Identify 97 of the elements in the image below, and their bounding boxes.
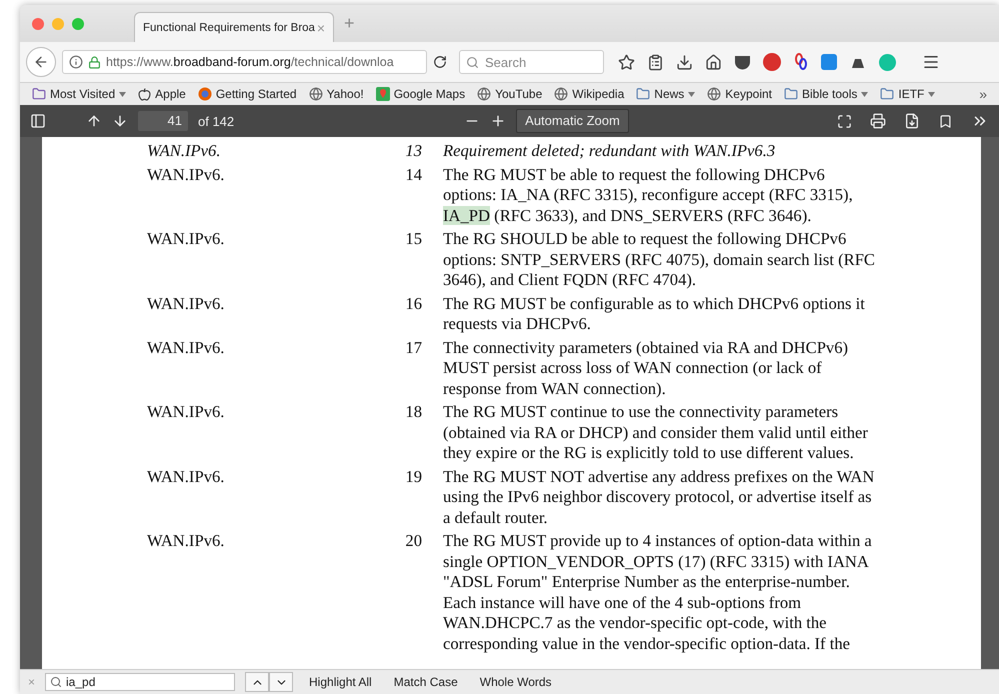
shield-icon[interactable] xyxy=(734,54,751,70)
find-option-button[interactable]: Match Case xyxy=(388,675,464,689)
star-icon[interactable] xyxy=(618,54,635,70)
requirement-text: The RG MUST continue to use the connectivity parameters xyxy=(443,402,840,422)
requirement-text: The RG MUST NOT advertise any address prefixes on the WAN xyxy=(443,466,876,487)
bookmark-item[interactable]: Yahoo! xyxy=(326,87,364,101)
requirement-text: WAN.DHCPC.7 as the vendor-specific opt-code, with the xyxy=(443,613,828,634)
requirement-number: 17 xyxy=(404,338,422,358)
requirement-text: MUST persist across loss of WAN connection (or lack of xyxy=(443,358,823,378)
bookmark-item[interactable]: Getting Started xyxy=(216,87,297,101)
requirement-text: (obtained via RA or DHCP) and consider them valid until either xyxy=(443,422,869,443)
fullscreen-icon[interactable] xyxy=(837,114,852,128)
folder-icon xyxy=(784,87,798,101)
bookmark-item[interactable]: News xyxy=(654,87,684,101)
lock-icon xyxy=(88,56,101,68)
folder-icon xyxy=(880,87,894,101)
bookmark-item[interactable]: Keypoint xyxy=(725,87,772,101)
print-icon[interactable] xyxy=(870,113,886,129)
requirement-text: options: SNTP_SERVERS (RFC 4075), domain search list (RFC xyxy=(443,250,876,270)
requirement-id: WAN.IPv6. xyxy=(147,229,226,250)
previous-page-icon[interactable] xyxy=(86,113,102,129)
bookmark-item[interactable]: Bible tools xyxy=(802,87,858,101)
app-icon[interactable] xyxy=(821,54,837,70)
reading-list-icon[interactable] xyxy=(647,54,664,70)
folder-icon xyxy=(32,87,46,101)
caret-icon[interactable] xyxy=(861,92,868,96)
browser-tab[interactable]: Functional Requirements for Broa× xyxy=(134,12,334,42)
folder-icon xyxy=(636,87,650,101)
requirement-text: The RG MUST be able to request the following DHCPv6 xyxy=(443,164,826,185)
requirement-id: WAN.IPv6. xyxy=(147,338,226,358)
home-icon[interactable] xyxy=(705,54,722,70)
search-field[interactable]: Search xyxy=(459,50,604,74)
requirement-number: 18 xyxy=(404,402,422,423)
caret-icon[interactable] xyxy=(688,92,696,96)
requirement-text: options: IA_NA (RFC 3315), reconfigure accept (RFC 3315), xyxy=(443,185,854,206)
requirement-text: using the IPv6 neighbor discovery protocol, or advertise itself as xyxy=(443,487,873,508)
find-next-button[interactable] xyxy=(269,672,294,692)
search-icon xyxy=(466,56,479,68)
find-option-button[interactable]: Whole Words xyxy=(474,675,558,689)
requirement-number: 16 xyxy=(404,294,422,314)
search-match-highlight: IA_PD xyxy=(443,206,490,224)
bookmark-item[interactable]: Google Maps xyxy=(394,87,466,101)
find-option-button[interactable]: Highlight All xyxy=(303,675,378,689)
requirement-number: 20 xyxy=(404,531,422,552)
search-icon xyxy=(50,676,62,688)
caret-icon[interactable] xyxy=(119,92,126,96)
page-number-field[interactable]: 41 xyxy=(138,111,188,131)
requirement-id: WAN.IPv6. xyxy=(147,402,226,423)
requirement-id: WAN.IPv6. xyxy=(147,294,226,314)
download-icon[interactable] xyxy=(904,113,920,129)
menu-icon[interactable] xyxy=(922,53,940,71)
caret-icon[interactable] xyxy=(928,92,936,96)
requirement-text: corresponding value in the vendor-specific option-data. If the xyxy=(443,634,851,654)
requirement-id: WAN.IPv6. xyxy=(147,164,226,186)
requirement-id: WAN.IPv6. xyxy=(147,141,222,162)
bookmark-item[interactable]: IETF xyxy=(898,87,924,101)
find-previous-button[interactable] xyxy=(245,672,270,692)
bookmark-item[interactable]: Most Visited xyxy=(50,87,116,101)
requirement-text: 3646), and Client FQDN (RFC 4704). xyxy=(443,270,698,290)
bookmarks-overflow-button[interactable]: » xyxy=(979,86,987,102)
requirement-text: a default router. xyxy=(443,508,549,528)
requirement-id: WAN.IPv6. xyxy=(147,466,226,488)
back-button[interactable] xyxy=(26,47,56,77)
url-field[interactable]: https://www.broadband-forum.org/technical/downloa xyxy=(62,50,427,74)
requirement-text: they expire or the RG is explicitly told to use different values. xyxy=(443,443,855,464)
bookmark-icon[interactable] xyxy=(938,114,953,128)
link-icon[interactable] xyxy=(793,53,809,71)
sidebar-toggle-icon[interactable] xyxy=(30,113,46,129)
requirement-number: 13 xyxy=(404,141,422,162)
requirement-text: requests via DHCPv6. xyxy=(443,314,592,334)
requirement-text: The RG MUST be configurable as to which DHCPv6 options it xyxy=(443,294,866,314)
map-pin-icon xyxy=(376,87,390,101)
info-icon[interactable] xyxy=(69,55,83,69)
requirement-text: single OPTION_VENDOR_OPTS (17) (RFC 3315) with IANA xyxy=(443,552,870,572)
bookmark-item[interactable]: Wikipedia xyxy=(572,87,624,101)
requirement-number: 15 xyxy=(404,229,422,250)
requirement-text: IA_PD (RFC 3633), and DNS_SERVERS (RFC 3646). xyxy=(443,206,812,226)
requirement-text: "ADSL Forum" Enterprise Number as the enterprise-number. xyxy=(443,572,851,592)
requirement-id: WAN.IPv6. xyxy=(147,531,226,552)
next-page-icon[interactable] xyxy=(112,113,128,129)
bookmark-item[interactable]: YouTube xyxy=(495,87,542,101)
page-count: of 142 xyxy=(198,114,234,128)
reload-icon[interactable] xyxy=(433,55,447,69)
zoom-select[interactable]: Automatic Zoom xyxy=(516,109,629,133)
requirement-text: response from WAN connection). xyxy=(443,378,667,399)
requirement-text: Requirement deleted; redundant with WAN.IPv6.3 xyxy=(443,141,776,162)
requirement-number: 14 xyxy=(404,164,422,186)
requirement-text: Each instance will have one of the 4 sub-options from xyxy=(443,592,802,613)
requirement-number: 19 xyxy=(404,466,422,488)
bookmark-item[interactable]: Apple xyxy=(155,87,186,101)
requirement-text: The RG MUST provide up to 4 instances of option-data within a xyxy=(443,531,873,552)
find-field[interactable]: ia_pd xyxy=(45,673,236,691)
download-icon[interactable] xyxy=(676,54,693,70)
apple-icon xyxy=(138,88,152,100)
tab-title: Functional Requirements for Broa xyxy=(143,22,315,34)
requirement-text: The RG SHOULD be able to request the following DHCPv6 xyxy=(443,229,848,250)
requirement-text: The connectivity parameters (obtained via RA and DHCPv6) xyxy=(443,338,850,358)
